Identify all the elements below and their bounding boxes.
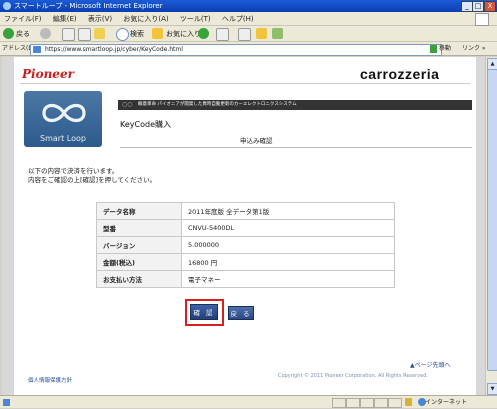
row-value: 2011年度版 全データ第1版: [181, 202, 395, 220]
row-value: 電子マネー: [181, 270, 395, 288]
search-label[interactable]: 検索: [130, 26, 144, 42]
row-label: 型番: [96, 219, 182, 237]
home-icon[interactable]: [94, 28, 105, 39]
back-label[interactable]: 戻る: [16, 26, 30, 42]
toolbar: 戻る 検索 お気に入り: [0, 26, 497, 42]
menubar: ファイル(F) 編集(E) 表示(V) お気に入り(A) ツール(T) ヘルプ(…: [0, 12, 497, 26]
menu-tools[interactable]: ツール(T): [180, 15, 211, 23]
page-top-link[interactable]: ▲ページ先頭へ: [410, 360, 451, 369]
refresh-icon[interactable]: [78, 28, 91, 41]
smartloop-caption: Smart Loop: [40, 134, 86, 143]
folder-icon[interactable]: [256, 28, 267, 39]
favorites-star-icon[interactable]: [152, 28, 163, 39]
confirm-button[interactable]: 確 認: [190, 304, 218, 320]
row-label: データ名称: [96, 202, 182, 220]
scroll-thumb[interactable]: [487, 69, 497, 371]
windows-flag-icon: [475, 13, 489, 26]
copyright-text: Copyright © 2011 Pioneer Corporation. Al…: [278, 373, 428, 379]
mail-icon[interactable]: [216, 28, 229, 41]
menu-file[interactable]: ファイル(F): [4, 15, 42, 23]
status-bar: インターネット: [0, 395, 497, 408]
window-title: スマートループ - Microsoft Internet Explorer: [14, 2, 163, 10]
status-cell: [388, 398, 402, 408]
address-bar: アドレス(D) https://www.smartloop.jp/cyber/K…: [0, 42, 497, 56]
table-row: バージョン 5.000000: [96, 236, 395, 254]
ie-icon: [3, 2, 11, 10]
instruction-line: 以下の内容で決済を行います。: [28, 167, 119, 175]
row-value: 5.000000: [181, 236, 395, 254]
row-value: CNVU-5400DL: [181, 219, 395, 237]
menu-help[interactable]: ヘルプ(H): [222, 15, 254, 23]
back-button[interactable]: 戻 る: [228, 306, 254, 320]
forward-arrow-icon[interactable]: [40, 28, 51, 39]
url-text: https://www.smartloop.jp/cyber/KeyCode.h…: [45, 46, 183, 53]
privacy-policy-link[interactable]: 個人情報保護方針: [28, 376, 72, 384]
status-cell: [374, 398, 388, 408]
vertical-scrollbar[interactable]: ▲ ▼: [485, 57, 497, 395]
carrozzeria-logo[interactable]: carrozzeria: [360, 66, 439, 82]
links-button[interactable]: リンク »: [462, 42, 486, 56]
lock-icon: [405, 398, 412, 406]
header-divider: [20, 83, 470, 84]
table-row: 金額(税込) 16800 円: [96, 253, 395, 271]
table-row: 型番 CNVU-5400DL: [96, 219, 395, 237]
close-button[interactable]: X: [484, 1, 496, 12]
step-label: 申込み確認: [240, 137, 273, 145]
favorites-label[interactable]: お気に入り: [166, 26, 201, 42]
title-divider: [120, 147, 472, 148]
menu-edit[interactable]: 編集(E): [53, 15, 77, 23]
back-arrow-icon[interactable]: [3, 28, 14, 39]
web-page: Pioneer carrozzeria Smart Loop ○○ 概意革命 パ…: [14, 57, 476, 395]
messenger-icon[interactable]: [272, 28, 283, 39]
smartloop-logo[interactable]: Smart Loop: [24, 91, 102, 147]
page-icon: [33, 46, 41, 53]
window-titlebar: スマートループ - Microsoft Internet Explorer _ …: [0, 0, 497, 12]
tagline-text: 概意革命 パイオニアが開発した異時自動更新のカーエレクトロニクスシステム: [138, 102, 297, 107]
pioneer-logo[interactable]: Pioneer: [22, 67, 74, 81]
row-value: 16800 円: [181, 253, 395, 271]
page-top-label: ページ先頭へ: [414, 362, 451, 369]
url-input[interactable]: https://www.smartloop.jp/cyber/KeyCode.h…: [30, 44, 442, 56]
status-cell: [332, 398, 346, 408]
browser-viewport: Pioneer carrozzeria Smart Loop ○○ 概意革命 パ…: [2, 57, 485, 395]
zone-label: インターネット: [425, 399, 468, 406]
page-title: KeyCode購入: [120, 120, 171, 129]
infinity-loop-icon: [42, 103, 86, 123]
go-button[interactable]: 移動: [439, 42, 451, 56]
table-row: データ名称 2011年度版 全データ第1版: [96, 202, 395, 220]
menu-view[interactable]: 表示(V): [88, 15, 112, 23]
search-icon[interactable]: [116, 28, 129, 41]
history-icon[interactable]: [198, 28, 209, 39]
stop-icon[interactable]: [62, 28, 75, 41]
tagline-bar: ○○ 概意革命 パイオニアが開発した異時自動更新のカーエレクトロニクスシステム: [118, 100, 472, 110]
page-status-icon: [3, 399, 10, 406]
row-label: 金額(税込): [96, 253, 182, 271]
order-details-table: データ名称 2011年度版 全データ第1版 型番 CNVU-5400DL バージ…: [96, 202, 395, 288]
scroll-down-icon[interactable]: ▼: [487, 383, 497, 395]
table-row: お支払い方法 電子マネー: [96, 270, 395, 288]
status-cell: [360, 398, 374, 408]
row-label: お支払い方法: [96, 270, 182, 288]
tagline-mark: ○○: [122, 101, 133, 108]
instructions: 以下の内容で決済を行います。 内容をご確認の上[確認]を押してください。: [28, 167, 228, 185]
status-cell: [346, 398, 360, 408]
menu-favorites[interactable]: お気に入り(A): [123, 15, 168, 23]
row-label: バージョン: [96, 236, 182, 254]
go-arrow-icon[interactable]: [430, 45, 437, 53]
instruction-line: 内容をご確認の上[確認]を押してください。: [28, 176, 157, 184]
print-icon[interactable]: [238, 28, 251, 41]
maximize-button[interactable]: □: [472, 1, 484, 12]
